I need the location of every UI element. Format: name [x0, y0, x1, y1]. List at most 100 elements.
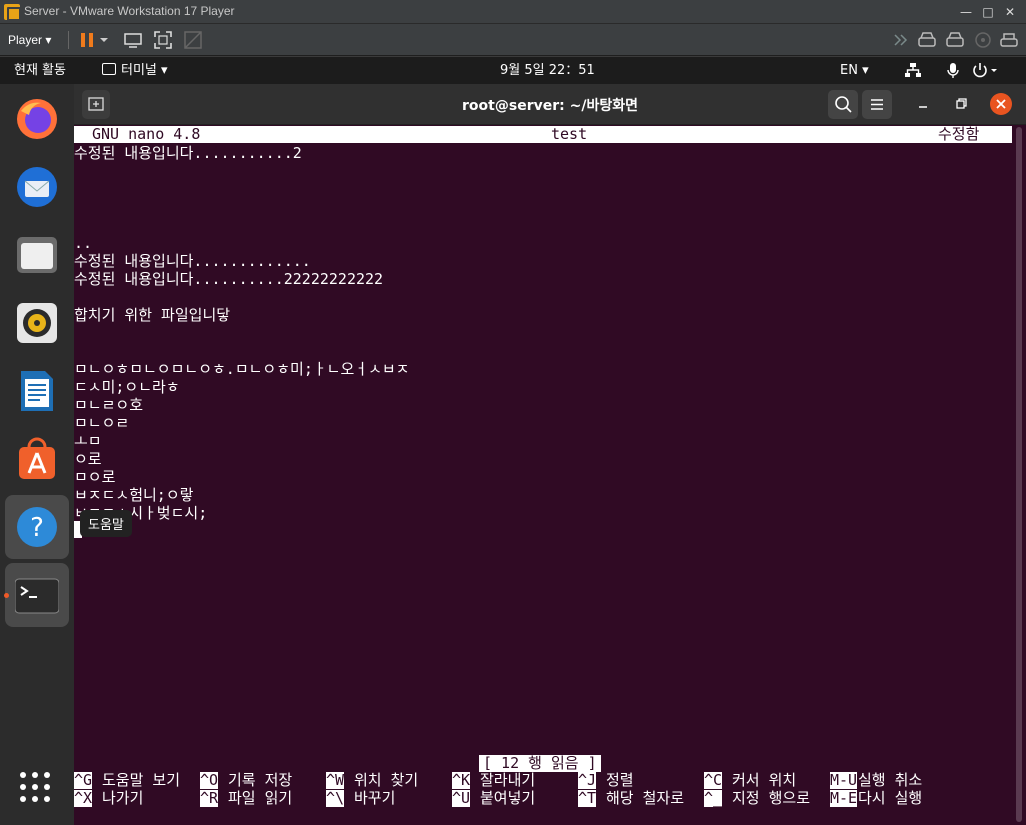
shortcut-label: 다시 실행 [858, 789, 923, 807]
shortcut-key: ^J [578, 771, 597, 789]
forward-icon[interactable] [890, 29, 912, 51]
vmware-logo-icon [4, 4, 21, 21]
player-menu-button[interactable]: Player ▾ [4, 30, 55, 50]
shortcut-key: ^\ [326, 789, 345, 807]
editor-line: ㅇ로 [74, 450, 102, 468]
network-icon[interactable] [998, 29, 1020, 51]
shortcut-label: 커서 위치 [732, 771, 797, 789]
shortcut-key: ^W [326, 771, 345, 789]
dock-help[interactable]: ? [5, 495, 69, 559]
shortcut-label: 지정 행으로 [732, 789, 811, 807]
nano-modified: 수정함 [938, 125, 980, 143]
help-icon: ? [17, 507, 57, 547]
firefox-icon [17, 99, 57, 139]
editor-line: ㄷㅅ미;ㅇㄴ라ㅎ [74, 378, 180, 396]
app-menu-button[interactable]: 터미널 ▾ [102, 62, 168, 79]
shortcut-key: ^O [200, 771, 219, 789]
editor-line: ㅗㅁ [74, 432, 102, 450]
scrollbar[interactable] [1016, 127, 1022, 822]
terminal-body[interactable]: GNU nano 4.8 test 수정함 수정된 내용입니다.........… [74, 125, 1026, 825]
hard-disk-icon[interactable] [944, 29, 966, 51]
cd-rom-icon[interactable] [972, 29, 994, 51]
microphone-icon[interactable] [946, 62, 960, 84]
terminal-headerbar: root@server: ~/바탕화면 [74, 84, 1026, 125]
shortcut-key: ^_ [704, 789, 723, 807]
activities-button[interactable]: 현재 활동 [14, 62, 66, 79]
editor-line: 수정된 내용입니다...........2 [74, 144, 302, 162]
window-title: Server - VMware Workstation 17 Player [24, 4, 235, 18]
files-icon [17, 237, 57, 273]
minimize-icon[interactable] [912, 90, 934, 119]
editor-line: 수정된 내용입니다............. [74, 252, 311, 270]
nano-version: GNU nano 4.8 [92, 125, 201, 143]
close-icon[interactable]: ✕ [999, 2, 1021, 22]
hamburger-menu-icon[interactable] [862, 90, 892, 119]
running-indicator [4, 593, 9, 598]
shortcut-label: 나가기 [102, 789, 144, 807]
nano-filename: test [551, 125, 588, 143]
minimize-icon[interactable]: — [955, 2, 977, 22]
editor-line: ㅁㅇ로 [74, 468, 116, 486]
unity-icon[interactable] [182, 29, 204, 51]
terminal-small-icon [102, 63, 116, 75]
nano-status: [ 12 행 읽음 ] [479, 755, 601, 772]
chevron-down-icon[interactable] [98, 29, 110, 51]
shortcut-label: 실행 취소 [858, 771, 923, 789]
dock-firefox[interactable] [5, 87, 69, 151]
send-ctrl-alt-del-icon[interactable] [122, 29, 144, 51]
language-label: EN [840, 63, 858, 78]
shortcut-key: M-E [830, 789, 858, 807]
dock-rhythmbox[interactable] [5, 291, 69, 355]
network-wired-icon[interactable] [904, 62, 922, 84]
dock-thunderbird[interactable] [5, 155, 69, 219]
dock-terminal[interactable] [5, 563, 69, 627]
shortcut-label: 도움말 보기 [102, 771, 181, 789]
dock-software[interactable] [5, 427, 69, 491]
shortcut-label: 해당 철자로 [606, 789, 685, 807]
shortcut-key: ^U [452, 789, 471, 807]
dock-files[interactable] [5, 223, 69, 287]
gnome-top-bar: 현재 활동 터미널 ▾ 9월 5일 22：51 EN ▾ [0, 57, 1026, 84]
pause-icon[interactable] [76, 29, 98, 51]
player-menu-label: Player [8, 33, 43, 47]
power-icon[interactable] [972, 62, 1002, 84]
dock-writer[interactable] [5, 359, 69, 423]
editor-line: 수정된 내용입니다..........22222222222 [74, 270, 384, 288]
show-applications-icon[interactable] [18, 770, 52, 808]
hard-disk-icon[interactable] [916, 29, 938, 51]
shortcut-key: ^R [200, 789, 219, 807]
thunderbird-icon [17, 167, 57, 207]
shortcut-key: ^K [452, 771, 471, 789]
vm-titlebar: Server - VMware Workstation 17 Player — … [0, 0, 1026, 24]
editor-line: .. [74, 234, 93, 252]
restore-icon[interactable] [950, 90, 972, 119]
app-menu-label: 터미널 [121, 63, 157, 78]
shortcut-key: ^T [578, 789, 597, 807]
search-button[interactable] [828, 90, 858, 119]
shortcut-label: 기록 저장 [228, 771, 293, 789]
shortcut-label: 바꾸기 [354, 789, 396, 807]
shortcut-label: 붙여넣기 [480, 789, 536, 807]
svg-text:?: ? [30, 513, 44, 543]
shortcut-label: 잘라내기 [480, 771, 536, 789]
vm-toolbar: Player ▾ [0, 24, 1026, 56]
nano-title-bar: GNU nano 4.8 test 수정함 [74, 126, 1012, 143]
maximize-icon[interactable]: □ [977, 2, 999, 22]
language-selector[interactable]: EN ▾ [840, 62, 869, 79]
clock[interactable]: 9월 5일 22：51 [500, 62, 595, 79]
shortcut-key: ^C [704, 771, 723, 789]
editor-line: 합치기 위한 파일입니닿 [74, 306, 231, 324]
close-icon[interactable] [990, 93, 1012, 115]
shortcut-label: 위치 찾기 [354, 771, 419, 789]
editor-line: ㅁㄴㅇㄹ [74, 414, 130, 432]
editor-line: ㅁㄴㄹㅇ호 [74, 396, 144, 414]
shortcut-key: ^G [74, 771, 93, 789]
terminal-icon [15, 578, 59, 614]
writer-icon [21, 371, 53, 411]
rhythmbox-icon [17, 303, 57, 343]
fullscreen-icon[interactable] [152, 29, 174, 51]
dock-tooltip: 도움말 [80, 510, 132, 537]
toolbar-divider [68, 31, 69, 49]
shortcut-label: 정렬 [606, 771, 634, 789]
shortcut-key: ^X [74, 789, 93, 807]
